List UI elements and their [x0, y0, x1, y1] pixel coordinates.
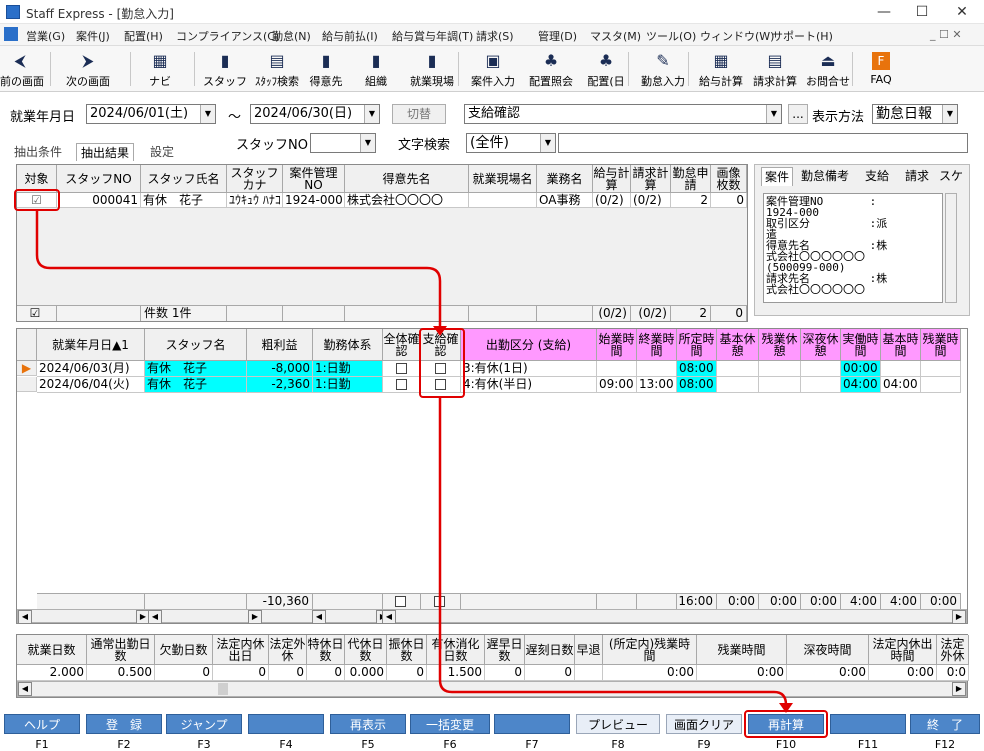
highlight-target-checkbox	[14, 189, 60, 211]
annotation-arrow-1	[35, 211, 442, 328]
highlight-recalc-button	[744, 710, 828, 738]
annotation-arrow-2	[438, 398, 788, 706]
highlight-pay-confirm-column	[419, 328, 465, 398]
annotation-overlay	[35, 211, 793, 713]
